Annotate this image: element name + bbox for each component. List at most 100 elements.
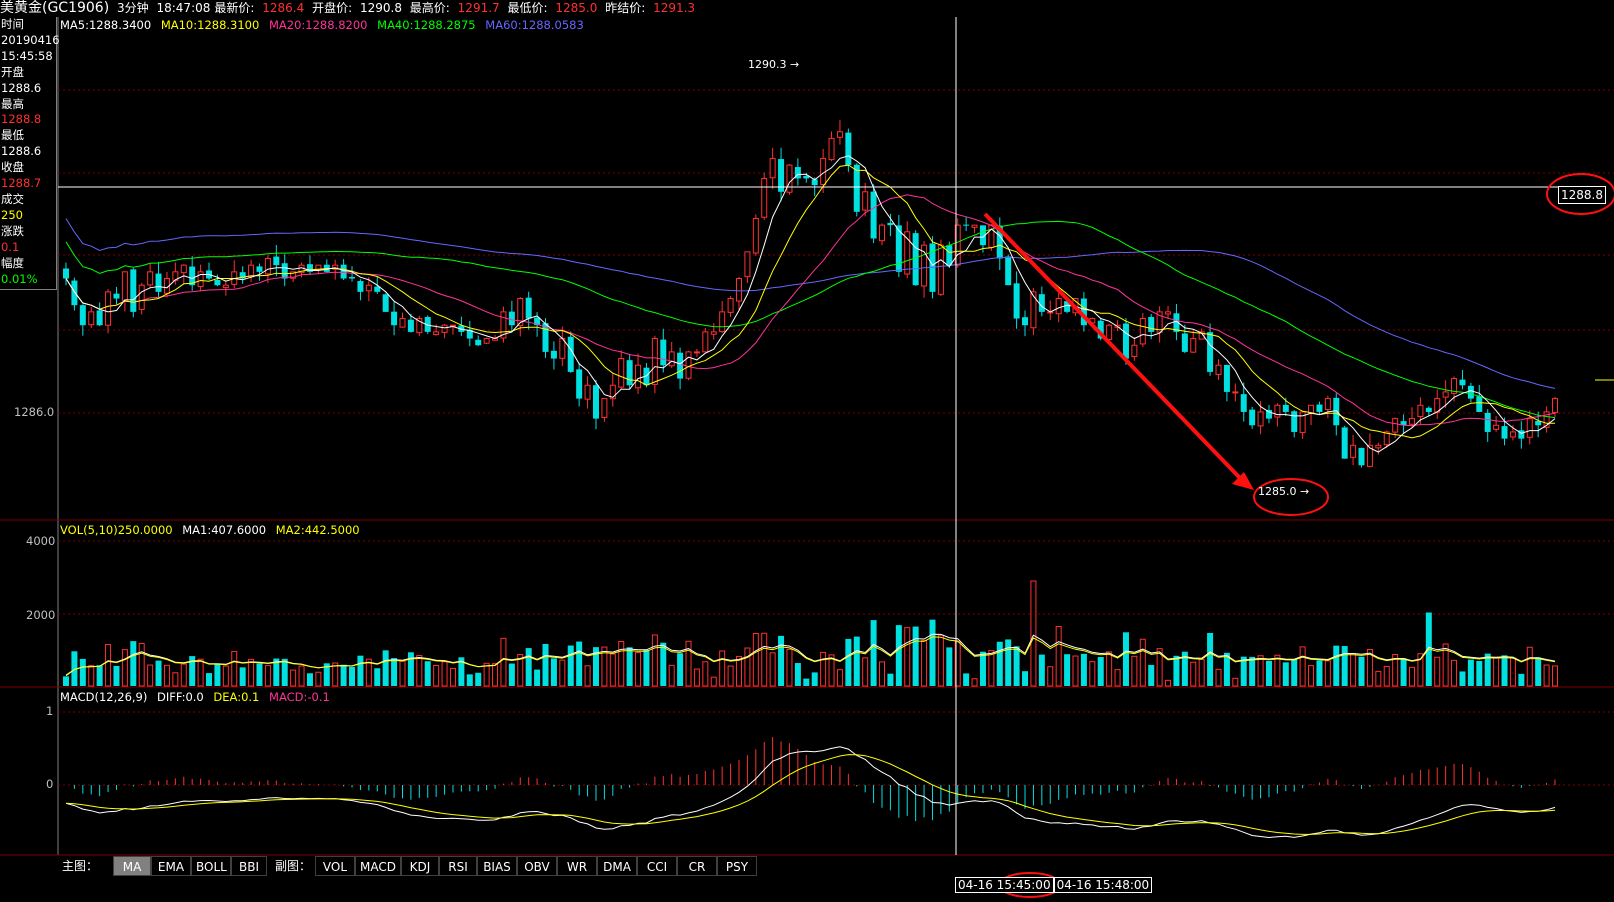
legend-vol-ma2: MA2:442.5000	[275, 523, 360, 537]
volume-bar	[147, 664, 154, 687]
candle-body	[870, 191, 877, 239]
candle-body	[761, 177, 768, 218]
volume-bar	[449, 667, 456, 687]
candle-body	[1493, 424, 1500, 430]
volume-bar	[63, 676, 69, 686]
ma-lines	[65, 155, 1556, 453]
candle-body	[281, 263, 288, 279]
volume-bar	[1131, 655, 1138, 687]
volume-bar	[1509, 657, 1516, 687]
btn-cr[interactable]: CR	[677, 856, 717, 876]
indicator-toolbar: 主图： MA EMA BOLL BBI 副图： VOL MACD KDJ RSI…	[58, 856, 757, 878]
btn-macd[interactable]: MACD	[355, 856, 401, 876]
volume-bar	[912, 626, 919, 686]
volume-bar	[180, 663, 187, 687]
candle-body	[651, 338, 658, 385]
btn-boll[interactable]: BOLL	[191, 856, 231, 876]
candle-body	[735, 278, 742, 302]
candle-body	[1038, 294, 1045, 312]
btn-rsi[interactable]: RSI	[439, 856, 477, 876]
candle-body	[1181, 333, 1188, 352]
volume-bar	[1122, 632, 1129, 686]
legend-vol-ma1: MA1:407.6000	[182, 523, 267, 537]
candle-body	[155, 273, 162, 292]
candle-body	[1442, 391, 1449, 398]
candlestick-series	[63, 120, 1558, 468]
volume-bar	[685, 640, 692, 687]
volume-bar	[1165, 679, 1172, 687]
volume-bar	[963, 673, 970, 686]
volume-bar	[349, 666, 356, 686]
sub-chart-label: 副图：	[274, 859, 311, 873]
btn-vol[interactable]: VOL	[315, 856, 355, 876]
info-chg-label: 涨跌	[1, 223, 24, 238]
chart-canvas[interactable]	[0, 0, 1614, 902]
btn-kdj[interactable]: KDJ	[401, 856, 439, 876]
candle-body	[248, 264, 255, 278]
candle-body	[63, 268, 69, 279]
volume-bar	[921, 639, 928, 687]
axis-label-vol-4000: 4000	[26, 534, 56, 548]
candle-body	[130, 269, 137, 312]
volume-bar	[1173, 655, 1180, 686]
volume-bar	[1543, 664, 1550, 687]
volume-bar	[1451, 659, 1458, 687]
volume-bar	[1064, 654, 1071, 686]
volume-bar	[937, 634, 944, 687]
volume-bar	[1265, 660, 1272, 686]
btn-bbi[interactable]: BBI	[231, 856, 267, 876]
btn-wr[interactable]: WR	[557, 856, 597, 876]
volume-bar	[222, 665, 229, 687]
btn-psy[interactable]: PSY	[717, 856, 757, 876]
candle-body	[1190, 338, 1197, 353]
candle-body	[264, 257, 271, 275]
btn-obv[interactable]: OBV	[517, 856, 557, 876]
candle-body	[584, 384, 591, 400]
diff-line	[65, 746, 1556, 839]
volume-bar	[879, 661, 886, 687]
volume-bar	[138, 643, 145, 687]
volume-bar	[811, 672, 818, 686]
info-vol: 250	[1, 207, 23, 222]
candle-body	[273, 256, 280, 266]
volume-bar	[248, 658, 255, 687]
volume-bar	[979, 651, 986, 686]
volume-bar	[1459, 671, 1466, 686]
candle-body	[946, 245, 953, 266]
volume-bar	[988, 650, 995, 687]
btn-ema[interactable]: EMA	[151, 856, 191, 876]
volume-bar	[508, 663, 515, 686]
candle-body	[1417, 404, 1424, 418]
btn-cci[interactable]: CCI	[637, 856, 677, 876]
candle-body	[1165, 311, 1172, 315]
btn-dma[interactable]: DMA	[597, 856, 637, 876]
candle-body	[592, 385, 599, 419]
volume-bar	[197, 658, 204, 687]
candle-body	[727, 298, 734, 313]
candle-body	[357, 281, 364, 292]
candle-body	[1055, 298, 1062, 315]
candle-body	[853, 164, 860, 212]
candle-body	[879, 224, 886, 242]
volume-bar	[576, 641, 583, 686]
candle-body	[1030, 291, 1037, 329]
candle-body	[1526, 418, 1533, 438]
chart-frame	[0, 17, 1614, 856]
volume-bar	[500, 637, 507, 687]
volume-bar	[256, 663, 263, 686]
low-marker: 1285.0 →	[1258, 485, 1310, 498]
volume-bar	[609, 653, 616, 687]
volume-bar	[290, 669, 297, 687]
volume-bar	[113, 665, 120, 686]
volume-bar	[1341, 646, 1348, 686]
volume-bar	[340, 664, 347, 686]
volume-bar	[1333, 645, 1340, 686]
volume-bar	[567, 645, 574, 686]
btn-ma[interactable]: MA	[113, 856, 151, 876]
candle-body	[1467, 385, 1474, 399]
volume-bar	[542, 643, 549, 686]
btn-bias[interactable]: BIAS	[477, 856, 517, 876]
macd-histogram	[65, 737, 1556, 839]
volume-bar	[853, 636, 860, 686]
info-open: 1288.6	[1, 80, 42, 95]
